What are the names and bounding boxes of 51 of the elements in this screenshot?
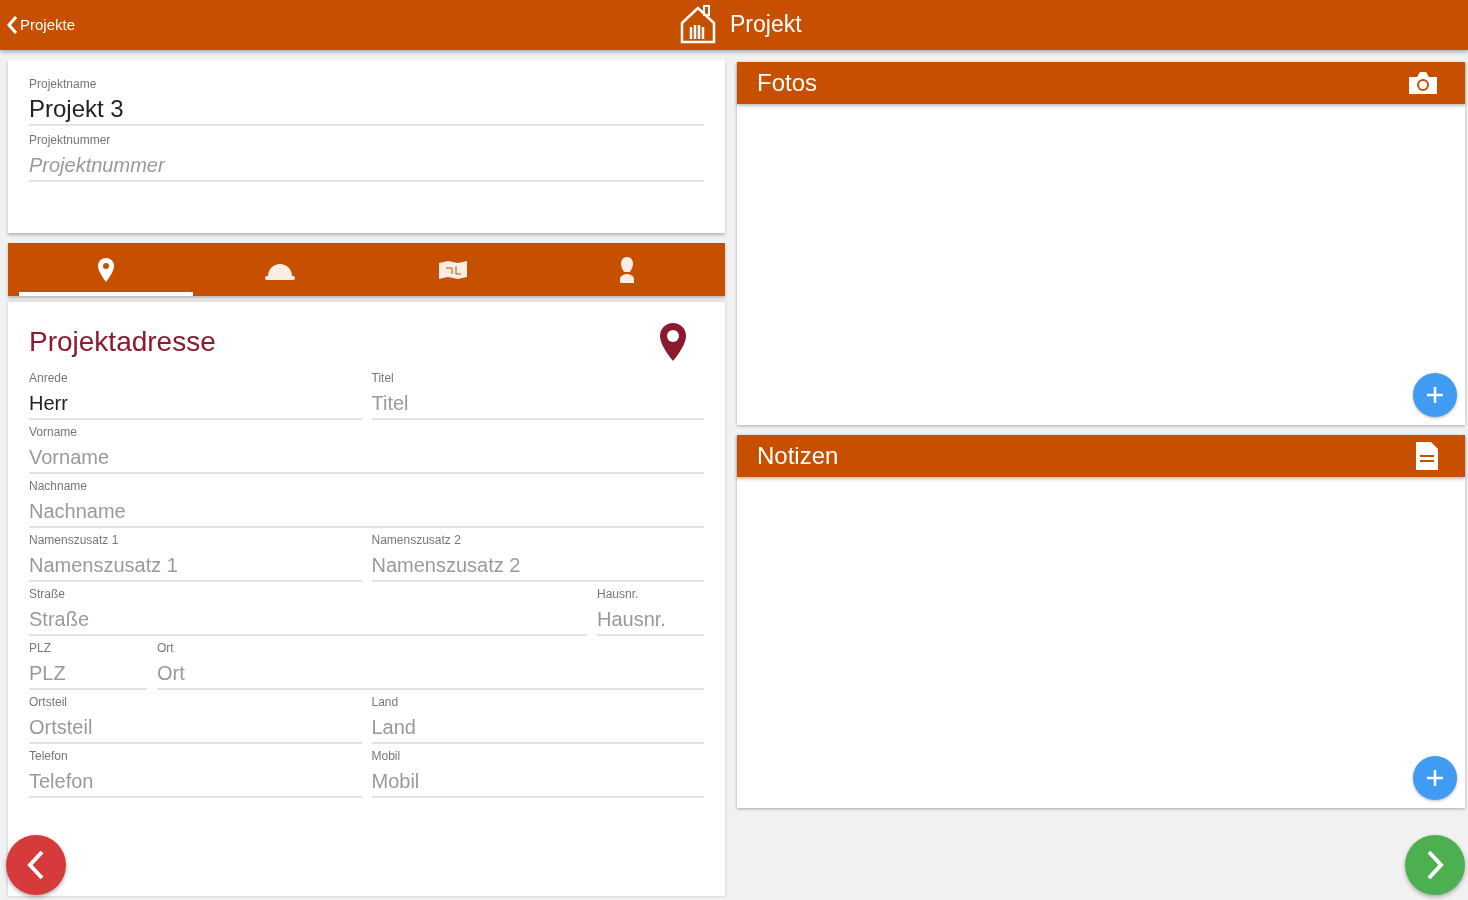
field-label: Anrede [29, 370, 69, 386]
location-pin-icon [96, 256, 115, 283]
input-field[interactable]: Projektnummer [29, 152, 704, 182]
field-label: Telefon [29, 748, 69, 764]
chevron-left-icon [26, 849, 46, 881]
input-field[interactable]: Ortsteil [29, 714, 362, 744]
chevron-left-icon [6, 15, 18, 35]
field-label: Hausnr. [597, 586, 640, 602]
floor-plan-icon [438, 259, 469, 280]
input-field[interactable]: Mobil [371, 768, 704, 798]
field-label: Mobil [371, 748, 402, 764]
house-icon [678, 3, 718, 45]
input-field[interactable]: Namenszusatz 2 [371, 552, 704, 582]
field-label: Ortsteil [29, 694, 68, 710]
input-field[interactable]: Titel [371, 390, 704, 420]
input-field[interactable]: Vorname [29, 444, 704, 474]
input-field[interactable]: Telefon [29, 768, 362, 798]
input-field[interactable]: PLZ [29, 660, 147, 690]
section-title: Projektadresse [29, 325, 216, 359]
field-label: Titel [371, 370, 395, 386]
input-field[interactable]: Hausnr. [597, 606, 704, 636]
chevron-right-icon [1425, 849, 1445, 881]
input-field[interactable]: Namenszusatz 1 [29, 552, 362, 582]
panel-title: Fotos [757, 68, 818, 98]
page-title: Projekt [730, 9, 802, 39]
input-field[interactable]: Ort [157, 660, 704, 690]
plus-icon [1425, 385, 1445, 405]
field-label: Vorname [29, 424, 79, 440]
field-label: Land [371, 694, 400, 710]
input-field[interactable]: Nachname [29, 498, 704, 528]
field-label: Projektnummer [29, 132, 112, 148]
document-icon [1415, 441, 1439, 471]
panel-title: Notizen [757, 441, 839, 471]
field-label: Projektname [29, 76, 98, 92]
field-label: Namenszusatz 1 [29, 532, 120, 548]
input-field[interactable]: Projekt 3 [29, 96, 704, 126]
field-label: Nachname [29, 478, 89, 494]
location-pin-icon [658, 321, 688, 363]
plus-icon [1425, 768, 1445, 788]
input-field[interactable]: Land [371, 714, 704, 744]
add-button[interactable] [1413, 756, 1457, 800]
input-field[interactable]: Herr [29, 390, 362, 420]
field-label: Straße [29, 586, 66, 602]
field-label: Namenszusatz 2 [371, 532, 462, 548]
back-button[interactable]: Projekte [6, 13, 76, 37]
camera-icon [1407, 70, 1439, 96]
add-button[interactable] [1413, 373, 1457, 417]
field-label: PLZ [29, 640, 52, 656]
field-label: Ort [157, 640, 175, 656]
next-fab[interactable] [1405, 835, 1465, 895]
input-field[interactable]: Straße [29, 606, 587, 636]
